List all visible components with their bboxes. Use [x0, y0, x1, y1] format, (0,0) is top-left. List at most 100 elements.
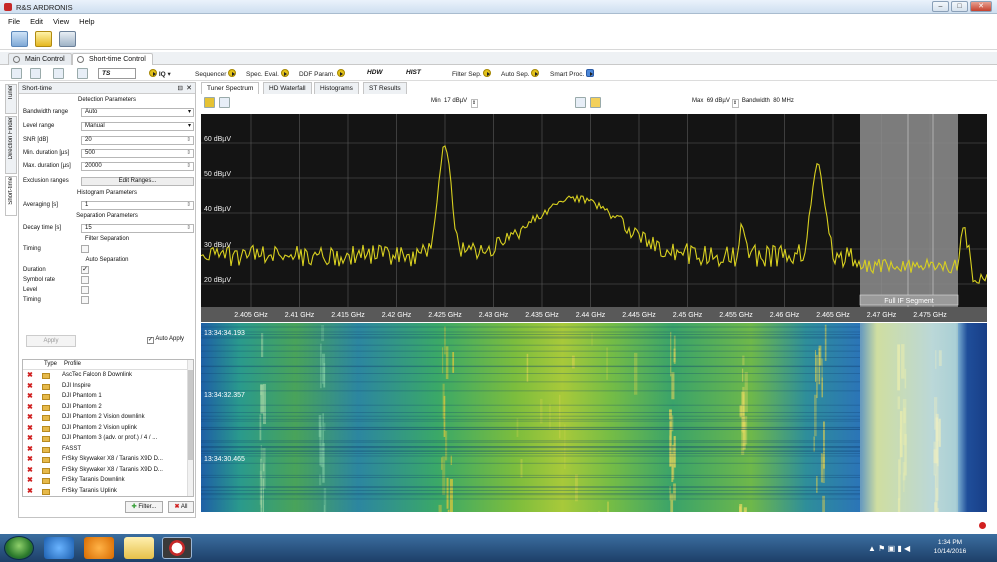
- snr-input[interactable]: 20: [81, 136, 194, 145]
- tab-tuner-spectrum[interactable]: Tuner Spectrum: [201, 82, 260, 94]
- report-icon[interactable]: [59, 31, 76, 47]
- side-tab-short-time[interactable]: Short-time: [5, 176, 17, 216]
- min-value[interactable]: 17 dBµV: [444, 98, 467, 104]
- disabled-icon[interactable]: ✖: [27, 476, 33, 484]
- disabled-icon[interactable]: ✖: [27, 466, 33, 474]
- maximize-button[interactable]: □: [951, 1, 968, 12]
- menu-help[interactable]: Help: [79, 17, 94, 26]
- profile-row[interactable]: ✖ DJI Phantom 1: [23, 392, 189, 402]
- max-value[interactable]: 69 dBµV: [707, 98, 730, 104]
- profile-row[interactable]: ✖ FASST: [23, 445, 189, 455]
- tray-arrow-icon[interactable]: ▲: [868, 544, 876, 553]
- disabled-icon[interactable]: ✖: [27, 487, 33, 495]
- iq-toggle[interactable]: IQ ▾: [149, 69, 171, 78]
- decay-time-input[interactable]: 15: [81, 224, 194, 233]
- apply-button[interactable]: Apply: [26, 335, 76, 347]
- browser-icon[interactable]: [44, 537, 74, 559]
- tab-short-time-control[interactable]: Short-time Control: [72, 53, 153, 65]
- reset-icon[interactable]: [11, 68, 22, 79]
- disabled-icon[interactable]: ✖: [27, 445, 33, 453]
- profile-row[interactable]: ✖ DJI Inspire: [23, 382, 189, 392]
- save-icon[interactable]: [30, 68, 41, 79]
- tab-histograms[interactable]: Histograms: [314, 82, 359, 94]
- level-range-select[interactable]: Manual: [81, 122, 194, 131]
- symbol-rate-checkbox[interactable]: [81, 276, 89, 284]
- ddf-param-button[interactable]: DDF Param.: [299, 69, 345, 78]
- auto-sep-button[interactable]: Auto Sep.: [501, 69, 540, 78]
- side-tab-direction-finder[interactable]: Direction Finder: [5, 116, 17, 174]
- profile-row[interactable]: ✖ DJI Phantom 2 Vision uplink: [23, 424, 189, 434]
- disabled-icon[interactable]: ✖: [27, 382, 33, 390]
- disabled-icon[interactable]: ✖: [27, 371, 33, 379]
- power-icon[interactable]: ▮: [897, 544, 901, 553]
- bandwidth-value[interactable]: 80 MHz: [773, 98, 794, 104]
- tab-hd-waterfall[interactable]: HD Waterfall: [263, 82, 312, 94]
- spec-eval-button[interactable]: Spec. Eval.: [246, 69, 289, 78]
- hdw-button[interactable]: HDW: [367, 69, 383, 76]
- sequencer-button[interactable]: Sequencer: [195, 69, 237, 78]
- max-duration-input[interactable]: 20000: [81, 162, 194, 171]
- timing-auto-checkbox[interactable]: [81, 296, 89, 304]
- level-checkbox[interactable]: [81, 286, 89, 294]
- disabled-icon[interactable]: ✖: [27, 434, 33, 442]
- clock[interactable]: 1:34 PM 10/14/2016: [925, 538, 975, 556]
- timing-filter-checkbox[interactable]: [81, 245, 89, 253]
- marker-icon[interactable]: [204, 97, 215, 108]
- grid-icon[interactable]: [575, 97, 586, 108]
- zoom-icon[interactable]: [219, 97, 230, 108]
- auto-apply-toggle[interactable]: ✓ Auto Apply: [147, 336, 184, 344]
- tab-st-results[interactable]: ST Results: [363, 82, 407, 94]
- profile-row[interactable]: ✖ AscTec Falcon 8 Downlink: [23, 371, 189, 381]
- disabled-icon[interactable]: ✖: [27, 413, 33, 421]
- folder-icon[interactable]: [124, 537, 154, 559]
- tab-main-control[interactable]: Main Control: [8, 53, 72, 65]
- side-tab-tuner[interactable]: Tuner: [5, 84, 17, 114]
- menu-edit[interactable]: Edit: [30, 17, 43, 26]
- settings-icon[interactable]: [77, 68, 88, 79]
- close-icon[interactable]: ✕: [186, 84, 192, 92]
- min-spin-icon[interactable]: ⇕: [470, 99, 478, 108]
- tuner-spectrum-plot[interactable]: Full IF Segment 60 dBµV 50 dBµV 40 dBµV 30 …: [200, 114, 988, 322]
- averaging-input[interactable]: 1: [81, 201, 194, 210]
- profile-row[interactable]: ✖ DJI Phantom 2: [23, 403, 189, 413]
- filter-sep-button[interactable]: Filter Sep.: [452, 69, 492, 78]
- profile-scrollbar[interactable]: [187, 360, 193, 496]
- edit-ranges-button[interactable]: Edit Ranges...: [81, 177, 194, 186]
- scale-icon[interactable]: [590, 97, 601, 108]
- close-button[interactable]: ✕: [970, 1, 992, 12]
- all-button[interactable]: ✖ All: [168, 501, 194, 513]
- disabled-icon[interactable]: ✖: [27, 455, 33, 463]
- menu-file[interactable]: File: [8, 17, 20, 26]
- max-spin-icon[interactable]: ⇕: [731, 99, 739, 108]
- pin-icon[interactable]: ⊟: [178, 84, 183, 92]
- ardronis-app-icon[interactable]: [162, 537, 192, 559]
- network-icon[interactable]: ▣: [888, 544, 896, 553]
- min-duration-input[interactable]: 500: [81, 149, 194, 158]
- flag-icon[interactable]: ⚑: [878, 544, 885, 553]
- export-icon[interactable]: [53, 68, 64, 79]
- scroll-thumb[interactable]: [188, 370, 193, 460]
- auto-apply-checkbox[interactable]: ✓: [147, 337, 154, 344]
- open-icon[interactable]: [35, 31, 52, 47]
- profile-row[interactable]: ✖ FrSky Skywaker X8 / Taranis X9D D...: [23, 455, 189, 465]
- bandwidth-range-select[interactable]: Auto: [81, 108, 194, 117]
- refresh-icon[interactable]: [11, 31, 28, 47]
- profile-row[interactable]: ✖ FrSky Taranis Downlink: [23, 476, 189, 486]
- volume-icon[interactable]: ◀: [904, 544, 910, 553]
- profile-row[interactable]: ✖ DJI Phantom 2 Vision downlink: [23, 413, 189, 423]
- media-player-icon[interactable]: [84, 537, 114, 559]
- profile-row[interactable]: ✖ FrSky Skywaker X8 / Taranis X9D D...: [23, 466, 189, 476]
- profile-row[interactable]: ✖ FrSky Taranis Uplink: [23, 487, 189, 497]
- disabled-icon[interactable]: ✖: [27, 424, 33, 432]
- hist-button[interactable]: HIST: [406, 69, 421, 76]
- menu-view[interactable]: View: [53, 17, 69, 26]
- duration-checkbox[interactable]: ✓: [81, 266, 89, 274]
- waterfall-plot[interactable]: 13:34:34.193 13:34:32.357 13:34:30.465: [201, 323, 987, 512]
- profile-row[interactable]: ✖ DJI Phantom 3 (adv. or prof.) / 4 / ...: [23, 434, 189, 444]
- ts-field[interactable]: TS: [98, 68, 136, 79]
- minimize-button[interactable]: –: [932, 1, 949, 12]
- start-button-icon[interactable]: [4, 536, 34, 560]
- smart-proc-button[interactable]: Smart Proc.: [550, 69, 595, 78]
- disabled-icon[interactable]: ✖: [27, 403, 33, 411]
- disabled-icon[interactable]: ✖: [27, 392, 33, 400]
